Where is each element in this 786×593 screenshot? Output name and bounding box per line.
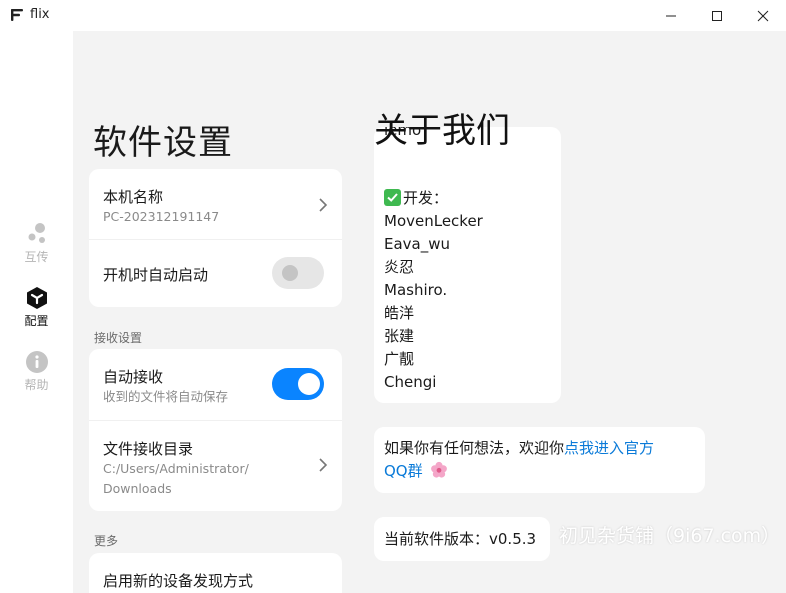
window-title: flix [30, 7, 50, 22]
credits-bubble: lemo 开发： MovenLecker Eava_wu 炎忍 Mashiro.… [374, 127, 561, 403]
section-label-receive: 接收设置 [94, 331, 143, 345]
close-button[interactable] [740, 0, 786, 31]
auto-receive-label: 自动接收 [103, 368, 164, 386]
developer-name: MovenLecker [384, 212, 483, 230]
nav-label-config: 配置 [24, 314, 49, 328]
maximize-icon [712, 10, 722, 21]
flix-logo-icon [11, 9, 23, 21]
receive-dir-path-1: C:/Users/Administrator/ [103, 461, 249, 476]
dev-heading: 开发： [384, 187, 448, 210]
developer-name: Chengi [384, 373, 437, 391]
nav-item-send[interactable]: 互传 [0, 222, 73, 265]
settings-panel: 软件设置 本机名称 PC-202312191147 开机时自动启动 接收设置 自… [73, 31, 359, 593]
chevron-right-icon [319, 458, 328, 472]
minimize-icon [666, 15, 676, 16]
new-discovery-row[interactable]: 启用新的设备发现方式 [89, 553, 342, 593]
auto-receive-row: 自动接收 收到的文件将自动保存 [89, 349, 342, 420]
page-title: 软件设置 [93, 123, 233, 163]
feedback-bubble: 如果你有任何想法，欢迎你点我进入官方 QQ群 [374, 427, 705, 493]
auto-receive-toggle[interactable] [272, 368, 324, 400]
qq-group-link[interactable]: 点我进入官方 [564, 439, 654, 457]
share-icon [28, 223, 45, 243]
version-bubble: 当前软件版本：v0.5.3 [374, 517, 550, 561]
feedback-text: 如果你有任何想法，欢迎你 [384, 439, 565, 457]
developer-name: Mashiro. [384, 281, 448, 299]
receive-card: 自动接收 收到的文件将自动保存 文件接收目录 C:/Users/Administ… [89, 349, 342, 511]
side-nav: 互传 配置 帮助 [0, 31, 73, 593]
dev-heading-text: 开发： [403, 189, 449, 207]
about-panel: 关于我们 lemo 开发： MovenLecker Eava_wu 炎忍 Mas… [359, 31, 786, 593]
close-icon [757, 10, 769, 21]
more-card: 启用新的设备发现方式 [89, 553, 342, 593]
version-text: 当前软件版本：v0.5.3 [384, 530, 537, 548]
device-name-label: 本机名称 [103, 188, 164, 206]
info-icon [25, 351, 48, 373]
receive-dir-path-2: Downloads [103, 481, 172, 496]
device-name-value: PC-202312191147 [103, 209, 220, 224]
toggle-knob [282, 265, 298, 281]
autostart-row: 开机时自动启动 [89, 240, 342, 307]
section-label-more: 更多 [94, 534, 119, 548]
device-name-row[interactable]: 本机名称 PC-202312191147 [89, 169, 342, 239]
receive-dir-label: 文件接收目录 [103, 440, 194, 458]
toggle-knob [298, 373, 320, 395]
nav-item-config[interactable]: 配置 [0, 286, 73, 329]
about-title: 关于我们 [374, 111, 510, 151]
autostart-label: 开机时自动启动 [103, 266, 209, 284]
new-discovery-label: 启用新的设备发现方式 [103, 572, 254, 590]
chevron-right-icon [319, 198, 328, 212]
developer-name: 皓洋 [384, 304, 415, 322]
title-bar: flix [0, 0, 786, 31]
autostart-toggle[interactable] [272, 257, 324, 289]
nav-label-send: 互传 [24, 250, 49, 264]
qq-group-link-2[interactable]: QQ群 [384, 462, 423, 480]
auto-receive-desc: 收到的文件将自动保存 [103, 389, 229, 404]
watermark: 初见杂货铺（9i67.com） [559, 525, 781, 547]
maximize-button[interactable] [694, 0, 740, 31]
receive-dir-row[interactable]: 文件接收目录 C:/Users/Administrator/ Downloads [89, 421, 342, 511]
developer-name: 炎忍 [384, 258, 415, 276]
general-card: 本机名称 PC-202312191147 开机时自动启动 [89, 169, 342, 307]
developer-name: Eava_wu [384, 235, 451, 253]
check-mark-icon [384, 189, 401, 206]
minimize-button[interactable] [648, 0, 694, 31]
nav-item-help[interactable]: 帮助 [0, 350, 73, 393]
nav-label-help: 帮助 [24, 378, 49, 392]
config-icon [26, 287, 47, 309]
developer-name: 广靓 [384, 350, 415, 368]
developer-name: 张建 [384, 327, 415, 345]
flower-icon [431, 461, 448, 478]
